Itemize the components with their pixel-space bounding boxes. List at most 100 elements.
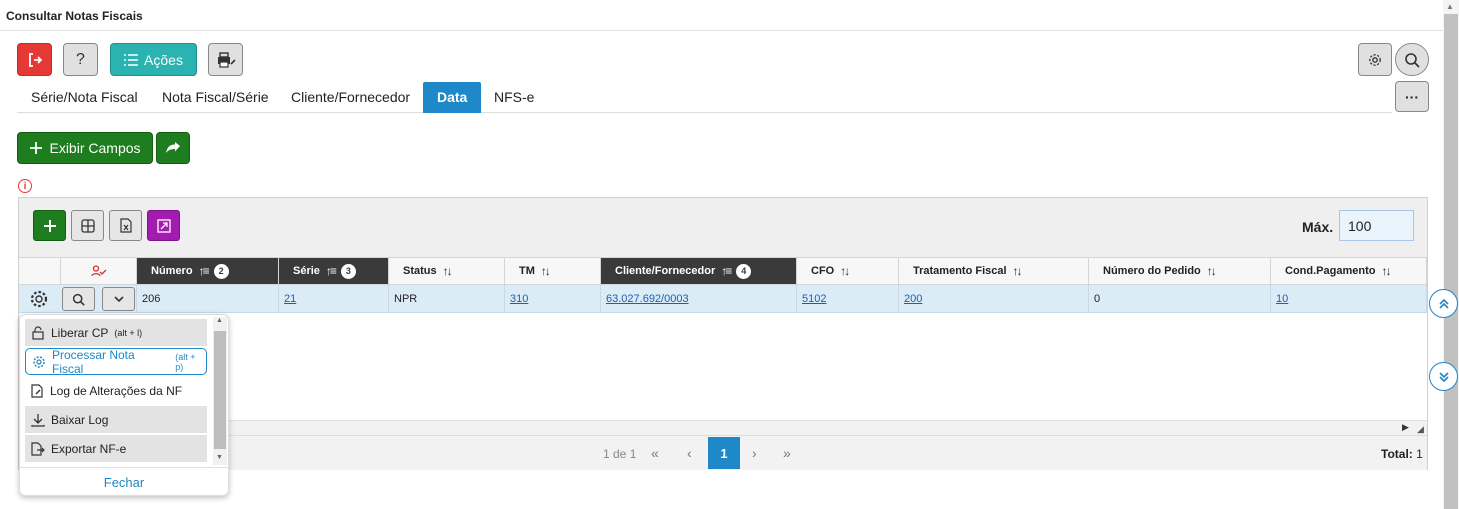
export-excel-button[interactable]	[109, 210, 142, 241]
prev-page-icon[interactable]: ‹	[687, 445, 692, 461]
window-scrollbar[interactable]: ▲	[1443, 0, 1459, 509]
tab-cliente-fornecedor[interactable]: Cliente/Fornecedor	[277, 82, 424, 113]
gear-icon[interactable]	[29, 289, 49, 309]
menu-scrollbar[interactable]: ▲ ▼	[213, 317, 227, 465]
header-serie-label: Série	[293, 265, 320, 277]
scroll-top-button[interactable]	[1429, 289, 1458, 318]
menu-item-shortcut: (alt + l)	[114, 327, 143, 338]
last-page-icon[interactable]: »	[783, 445, 791, 461]
unlock-icon	[32, 325, 44, 340]
serie-link[interactable]: 21	[284, 293, 296, 305]
header-cond-label: Cond.Pagamento	[1285, 265, 1376, 277]
grid-horizontal-scrollbar[interactable]: ▶ ◢	[19, 420, 1427, 435]
header-cfo[interactable]: CFO ↑↓	[797, 258, 899, 285]
tratamento-link[interactable]: 200	[904, 293, 922, 305]
header-status[interactable]: Status ↑↓	[389, 258, 505, 285]
print-button[interactable]	[208, 43, 243, 76]
next-page-icon[interactable]: ›	[752, 445, 757, 461]
cliente-link[interactable]: 63.027.692/0003	[606, 293, 689, 305]
actions-button-label: Ações	[144, 51, 183, 68]
menu-scroll-up-icon[interactable]: ▲	[216, 317, 223, 324]
row-view-button[interactable]	[62, 287, 95, 311]
header-user-filter[interactable]	[61, 258, 137, 285]
row-menu-toggle-button[interactable]	[102, 287, 135, 311]
help-button[interactable]: ?	[63, 43, 98, 76]
current-page-button[interactable]: 1	[708, 437, 740, 469]
header-numero[interactable]: Número ↑≡ 2	[137, 258, 279, 285]
header-numero-pedido[interactable]: Número do Pedido ↑↓	[1089, 258, 1271, 285]
menu-item-label: Exportar NF-e	[51, 441, 127, 456]
sort-asc-icon: ↑≡	[198, 264, 210, 278]
pagination-bar: 1 de 1 « ‹ 1 › » Total: 1	[19, 435, 1427, 470]
expand-icon	[156, 218, 171, 233]
grid-panel: Máx. Número ↑≡ 2 Série ↑≡ 3 Status ↑↓ TM…	[18, 197, 1428, 470]
sort-both-icon: ↑↓	[1012, 264, 1023, 278]
expand-button[interactable]	[147, 210, 180, 241]
first-page-icon[interactable]: «	[651, 445, 659, 461]
export-file-icon	[31, 441, 45, 456]
tab-data[interactable]: Data	[423, 82, 482, 113]
plus-icon	[43, 219, 56, 232]
search-button[interactable]	[1395, 43, 1429, 76]
cond-pagamento-link[interactable]: 10	[1276, 293, 1288, 305]
max-input[interactable]	[1339, 210, 1414, 241]
page-info: 1 de 1	[603, 447, 637, 461]
more-options-button[interactable]: ···	[1395, 81, 1429, 112]
cell-cfo: 5102	[797, 285, 899, 313]
scroll-up-icon[interactable]: ▲	[1446, 2, 1454, 11]
menu-item-exportar-nfe[interactable]: Exportar NF-e	[25, 435, 207, 462]
menu-item-log-alteracoes[interactable]: Log de Alterações da NF	[25, 377, 207, 404]
grid-view-button[interactable]	[71, 210, 104, 241]
close-menu-button[interactable]: Fechar	[20, 467, 228, 495]
menu-item-label: Log de Alterações da NF	[50, 383, 183, 398]
sort-order-badge: 3	[340, 263, 356, 279]
show-fields-button[interactable]: Exibir Campos	[17, 132, 153, 164]
resize-handle-icon[interactable]: ◢	[1417, 424, 1424, 435]
header-cfo-label: CFO	[811, 265, 835, 277]
exit-button[interactable]	[17, 43, 52, 76]
menu-item-liberar-cp[interactable]: Liberar CP (alt + l)	[25, 319, 207, 346]
share-button[interactable]	[156, 132, 190, 164]
sort-both-icon: ↑↓	[442, 264, 453, 278]
menu-scroll-down-icon[interactable]: ▼	[216, 454, 223, 461]
cell-cliente: 63.027.692/0003	[601, 285, 797, 313]
grid-icon	[80, 218, 95, 233]
header-serie[interactable]: Série ↑≡ 3	[279, 258, 389, 285]
window-scrollbar-thumb[interactable]	[1444, 14, 1458, 509]
menu-item-processar-nota-fiscal[interactable]: Processar Nota Fiscal (alt + p)	[25, 348, 207, 376]
total-count: Total: 1	[1381, 447, 1423, 461]
chevron-down-icon	[113, 295, 124, 302]
tab-nfs-e[interactable]: NFS-e	[480, 82, 548, 113]
tab-serie-nota-fiscal[interactable]: Série/Nota Fiscal	[17, 82, 152, 113]
header-numero-label: Número	[151, 265, 193, 277]
add-row-button[interactable]	[33, 210, 66, 241]
sort-both-icon: ↑↓	[540, 264, 551, 278]
tab-bar: Série/Nota Fiscal Nota Fiscal/Série Clie…	[17, 82, 1392, 113]
cfo-link[interactable]: 5102	[802, 293, 826, 305]
settings-button[interactable]	[1358, 43, 1392, 76]
row-context-menu: Liberar CP (alt + l) Processar Nota Fisc…	[19, 314, 229, 496]
menu-item-label: Liberar CP	[51, 325, 109, 340]
header-cliente-fornecedor[interactable]: Cliente/Fornecedor ↑≡ 4	[601, 258, 797, 285]
tab-nota-fiscal-serie[interactable]: Nota Fiscal/Série	[148, 82, 283, 113]
total-value: 1	[1416, 447, 1423, 461]
header-status-label: Status	[403, 265, 437, 277]
cell-pedido: 0	[1089, 285, 1271, 313]
info-icon[interactable]: i	[18, 179, 32, 193]
actions-button[interactable]: Ações	[110, 43, 197, 76]
scroll-right-icon[interactable]: ▶	[1402, 422, 1409, 433]
cell-serie: 21	[279, 285, 389, 313]
header-tratamento-fiscal[interactable]: Tratamento Fiscal ↑↓	[899, 258, 1089, 285]
header-cond-pagamento[interactable]: Cond.Pagamento ↑↓	[1271, 258, 1427, 285]
header-tm[interactable]: TM ↑↓	[505, 258, 601, 285]
tm-link[interactable]: 310	[510, 293, 528, 305]
menu-item-label: Baixar Log	[51, 412, 109, 427]
printer-icon	[217, 51, 236, 68]
menu-item-baixar-log[interactable]: Baixar Log	[25, 406, 207, 433]
scroll-bottom-button[interactable]	[1429, 362, 1458, 391]
edit-file-icon	[31, 383, 43, 398]
menu-scrollbar-thumb[interactable]	[214, 331, 226, 449]
sort-both-icon: ↑↓	[1206, 264, 1217, 278]
search-icon	[72, 293, 85, 306]
total-label: Total:	[1381, 447, 1413, 461]
